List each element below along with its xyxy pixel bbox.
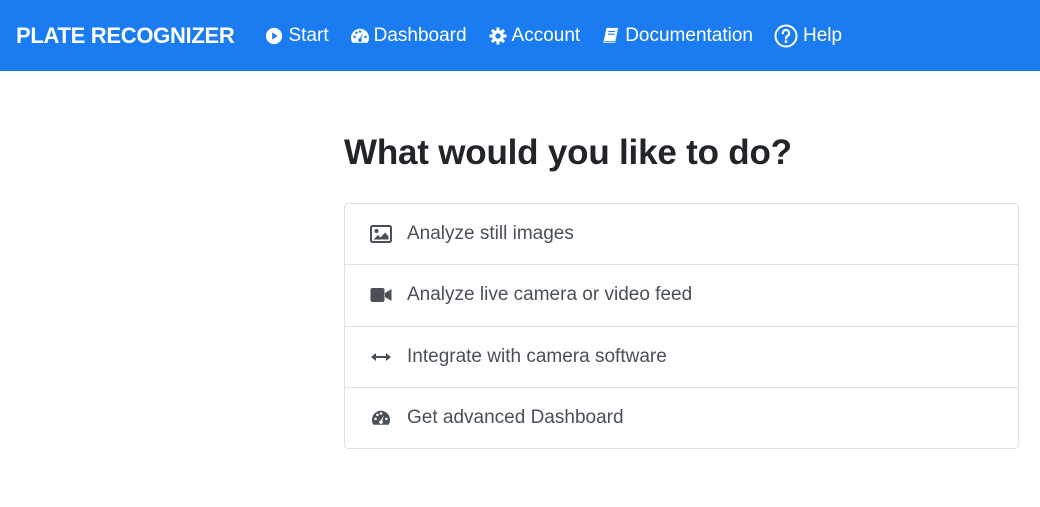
nav-documentation[interactable]: Documentation <box>601 25 753 47</box>
image-icon <box>369 222 393 246</box>
nav-start[interactable]: Start <box>264 24 329 47</box>
video-camera-icon <box>369 283 393 307</box>
book-icon <box>601 26 621 46</box>
nav-account[interactable]: Account <box>488 24 581 47</box>
top-navbar: PLATE RECOGNIZER Start Dashboard Account… <box>0 0 1040 71</box>
question-circle-icon <box>774 24 798 48</box>
nav-account-label: Account <box>511 24 581 46</box>
nav-dashboard[interactable]: Dashboard <box>350 25 467 47</box>
tachometer-icon <box>369 406 393 430</box>
option-integrate-camera-software[interactable]: Integrate with camera software <box>345 327 1018 388</box>
nav-documentation-label: Documentation <box>625 24 753 46</box>
play-circle-icon <box>264 26 284 46</box>
option-analyze-live-camera[interactable]: Analyze live camera or video feed <box>345 265 1018 327</box>
nav-dashboard-label: Dashboard <box>373 24 467 46</box>
option-label: Integrate with camera software <box>407 345 667 367</box>
nav-help-label: Help <box>803 24 843 46</box>
option-get-advanced-dashboard[interactable]: Get advanced Dashboard <box>345 388 1018 448</box>
option-label: Analyze still images <box>407 223 574 245</box>
page-heading: What would you like to do? <box>344 133 792 172</box>
nav-help[interactable]: Help <box>774 24 842 48</box>
nav-start-label: Start <box>288 24 329 46</box>
tachometer-icon <box>350 26 370 46</box>
gear-icon <box>488 26 508 46</box>
option-label: Get advanced Dashboard <box>407 407 624 429</box>
option-analyze-still-images[interactable]: Analyze still images <box>345 204 1018 266</box>
option-label: Analyze live camera or video feed <box>407 284 693 306</box>
arrows-horizontal-icon <box>369 345 393 369</box>
brand-logo-text[interactable]: PLATE RECOGNIZER <box>16 23 235 49</box>
options-list: Analyze still images Analyze live camera… <box>344 203 1019 449</box>
